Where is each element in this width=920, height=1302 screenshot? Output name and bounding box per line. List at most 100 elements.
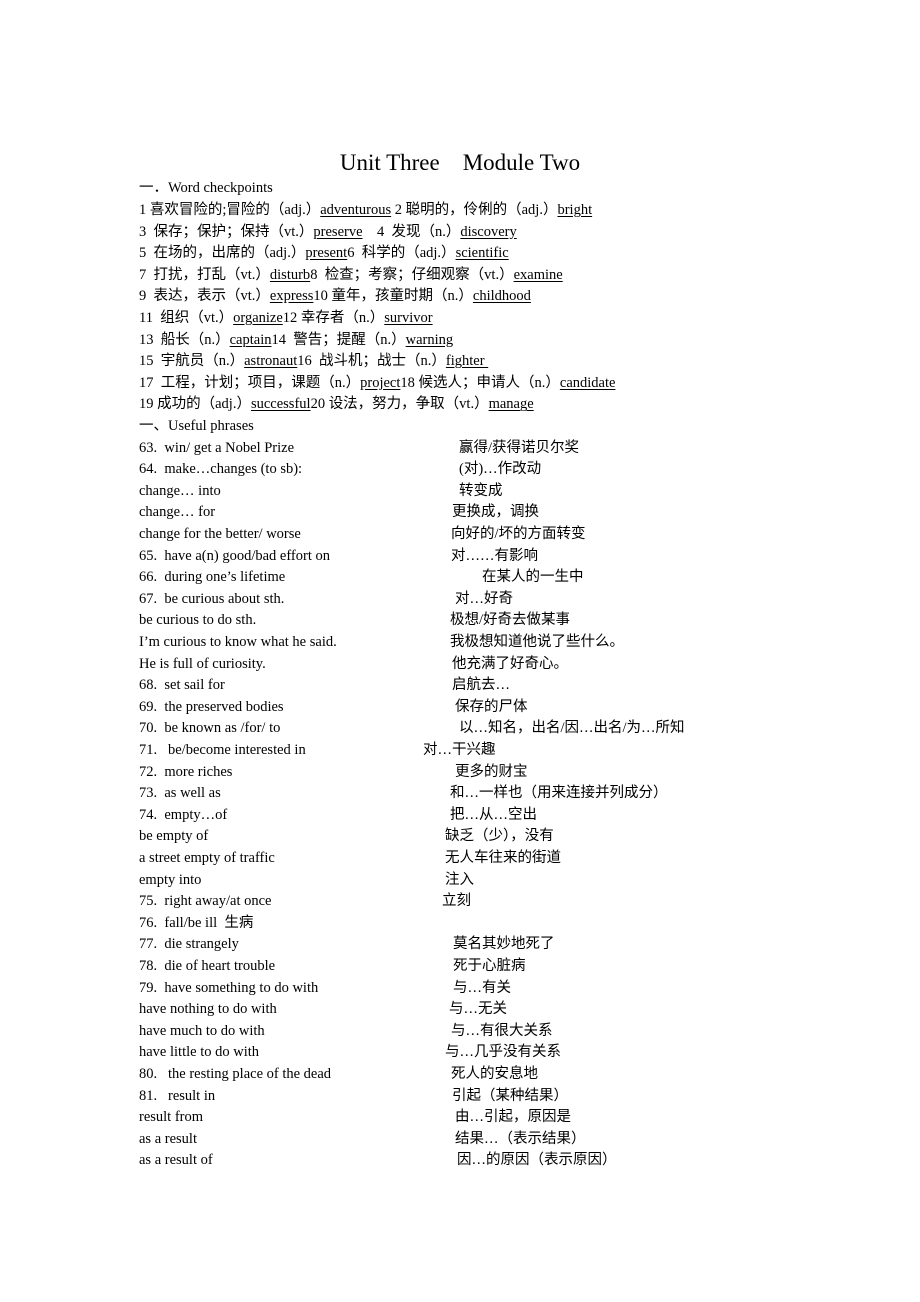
vocabulary-answer: express <box>269 288 314 305</box>
vocabulary-answer: scientific <box>455 245 509 262</box>
phrase-english: 74. empty…of <box>139 806 228 823</box>
phrase-english: 71. be/become interested in <box>139 742 306 758</box>
phrase-chinese: (对)…作改动 <box>459 461 542 478</box>
vocabulary-prompt: 18 候选人；申请人（n.） <box>400 374 560 391</box>
vocabulary-prompt: 6 科学的（adj.） <box>347 245 456 262</box>
phrase-chinese: 对……有影响 <box>451 547 538 564</box>
vocabulary-answer: preserve <box>313 223 363 240</box>
word-checkpoint-line: 1 喜欢冒险的;冒险的（adj.）adventurous 2 聪明的，伶俐的（a… <box>139 200 592 220</box>
word-checkpoint-line: 5 在场的，出席的（adj.）present6 科学的（adj.）scienti… <box>139 243 509 263</box>
vocabulary-answer: captain <box>229 331 272 348</box>
vocabulary-prompt: 2 聪明的，伶俐的（adj.） <box>391 202 558 218</box>
phrase-english: 68. set sail for <box>139 677 225 694</box>
vocabulary-answer: successful <box>250 396 311 413</box>
phrase-english: result from <box>139 1109 204 1126</box>
phrase-chinese: 死人的安息地 <box>451 1066 538 1082</box>
section-heading-useful-phrases: 一、Useful phrases <box>139 418 254 434</box>
section-heading-word-checkpoints: 一．Word checkpoints <box>139 180 273 196</box>
phrase-chinese: 立刻 <box>442 893 471 910</box>
phrase-english: be curious to do sth. <box>139 612 257 629</box>
vocabulary-prompt: 19 成功的（adj.） <box>139 396 251 413</box>
phrase-chinese: 赢得/获得诺贝尔奖 <box>459 439 580 456</box>
phrase-chinese: 死于心脏病 <box>453 958 526 974</box>
phrase-chinese: 与…无关 <box>449 1001 507 1018</box>
vocabulary-answer: fighter <box>445 353 489 370</box>
phrase-english: I’m curious to know what he said. <box>139 634 337 650</box>
vocabulary-prompt: 14 警告；提醒（n.） <box>271 331 406 348</box>
vocabulary-answer: manage <box>488 396 534 413</box>
title-text: Unit Three Module Two <box>339 150 581 175</box>
vocabulary-answer: candidate <box>559 374 616 391</box>
vocabulary-answer: childhood <box>472 288 531 305</box>
phrase-english: 72. more riches <box>139 763 233 780</box>
phrase-english: 79. have something to do with <box>139 979 319 996</box>
phrase-chinese: 把…从…空出 <box>450 806 537 823</box>
phrase-chinese: 因…的原因（表示原因） <box>457 1152 617 1169</box>
phrase-chinese: 他充满了好奇心。 <box>452 655 568 672</box>
phrase-chinese: 引起（某种结果） <box>452 1087 568 1104</box>
word-checkpoint-line: 17 工程，计划；项目，课题（n.）project18 候选人；申请人（n.）c… <box>139 373 615 393</box>
phrase-chinese: 缺乏（少），没有 <box>445 828 554 845</box>
phrase-english: He is full of curiosity. <box>139 655 266 672</box>
phrase-chinese: 与…有关 <box>453 979 511 996</box>
word-checkpoint-line: 19 成功的（adj.）successful20 设法，努力，争取（vt.）ma… <box>139 394 534 414</box>
phrase-english: 70. be known as /for/ to <box>139 720 281 737</box>
vocabulary-answer: bright <box>557 202 593 218</box>
phrase-chinese: 结果…（表示结果） <box>455 1130 586 1147</box>
vocabulary-prompt: 1 喜欢冒险的;冒险的（adj.） <box>139 202 321 218</box>
word-checkpoint-line: 9 表达，表示（vt.）express10 童年，孩童时期（n.）childho… <box>139 286 531 306</box>
vocabulary-answer: project <box>360 374 401 391</box>
phrase-english: have much to do with <box>139 1022 265 1039</box>
phrase-english: change for the better/ worse <box>139 526 301 542</box>
phrase-chinese: 启航去… <box>452 677 510 694</box>
phrase-english: 66. during one’s lifetime <box>139 569 286 586</box>
phrase-english: 69. the preserved bodies <box>139 698 284 715</box>
phrase-english: have nothing to do with <box>139 1001 277 1018</box>
vocabulary-prompt: 5 在场的，出席的（adj.） <box>139 245 306 262</box>
phrase-chinese: 更换成，调换 <box>452 504 539 521</box>
phrase-chinese: 保存的尸体 <box>455 698 528 715</box>
word-checkpoint-line: 3 保存；保护；保持（vt.）preserve 4 发现（n.）discover… <box>139 222 517 242</box>
vocabulary-prompt: 20 设法，努力，争取（vt.） <box>310 396 489 413</box>
phrase-chinese: 无人车往来的街道 <box>445 850 561 866</box>
phrase-english: 75. right away/at once <box>139 893 272 910</box>
vocabulary-prompt: 13 船长（n.） <box>139 331 230 348</box>
phrase-english: 67. be curious about sth. <box>139 590 285 607</box>
vocabulary-answer: organize <box>233 310 283 326</box>
phrase-chinese: 注入 <box>445 871 474 888</box>
vocabulary-prompt: 3 保存；保护；保持（vt.） <box>139 223 314 240</box>
phrase-english: change… into <box>139 482 221 499</box>
vocabulary-answer: astronaut <box>244 353 298 370</box>
phrase-chinese: 对…干兴趣 <box>423 742 496 758</box>
vocabulary-answer: adventurous <box>320 202 392 218</box>
vocabulary-prompt: 11 组织（vt.） <box>139 310 234 326</box>
word-checkpoint-line: 13 船长（n.）captain14 警告；提醒（n.）warning <box>139 330 453 350</box>
phrase-english: 64. make…changes (to sb): <box>139 461 303 478</box>
vocabulary-prompt: 10 童年，孩童时期（n.） <box>313 288 473 305</box>
vocabulary-answer: examine <box>513 266 563 283</box>
phrase-chinese: 我极想知道他说了些什么。 <box>450 634 624 650</box>
vocabulary-prompt: 9 表达，表示（vt.） <box>139 288 270 305</box>
phrase-english: 76. fall/be ill 生病 <box>139 914 254 931</box>
phrase-english: 78. die of heart trouble <box>139 958 276 974</box>
phrase-english: 80. the resting place of the dead <box>139 1066 332 1082</box>
phrase-chinese: 在某人的一生中 <box>482 569 584 586</box>
page-title: Unit Three Module Two <box>0 150 920 176</box>
vocabulary-answer: warning <box>405 331 454 348</box>
vocabulary-prompt: 16 战斗机；战士（n.） <box>297 353 446 370</box>
phrase-chinese: 转变成 <box>459 482 503 499</box>
word-checkpoint-line: 11 组织（vt.）organize12 幸存者（n.）survivor <box>139 308 433 328</box>
phrase-english: 65. have a(n) good/bad effort on <box>139 547 330 564</box>
phrase-chinese: 对…好奇 <box>455 590 513 607</box>
phrase-english: change… for <box>139 504 216 521</box>
phrase-english: 77. die strangely <box>139 936 239 953</box>
phrase-english: 81. result in <box>139 1087 216 1104</box>
vocabulary-answer: disturb <box>269 266 311 283</box>
vocabulary-answer: present <box>305 245 348 262</box>
phrase-chinese: 向好的/坏的方面转变 <box>451 526 586 542</box>
vocabulary-answer: survivor <box>384 310 433 326</box>
phrase-chinese: 由…引起，原因是 <box>455 1109 571 1126</box>
phrase-english: have little to do with <box>139 1044 260 1061</box>
phrase-english: be empty of <box>139 828 209 845</box>
word-checkpoint-line: 7 打扰，打乱（vt.）disturb8 检查；考察；仔细观察（vt.）exam… <box>139 265 563 285</box>
